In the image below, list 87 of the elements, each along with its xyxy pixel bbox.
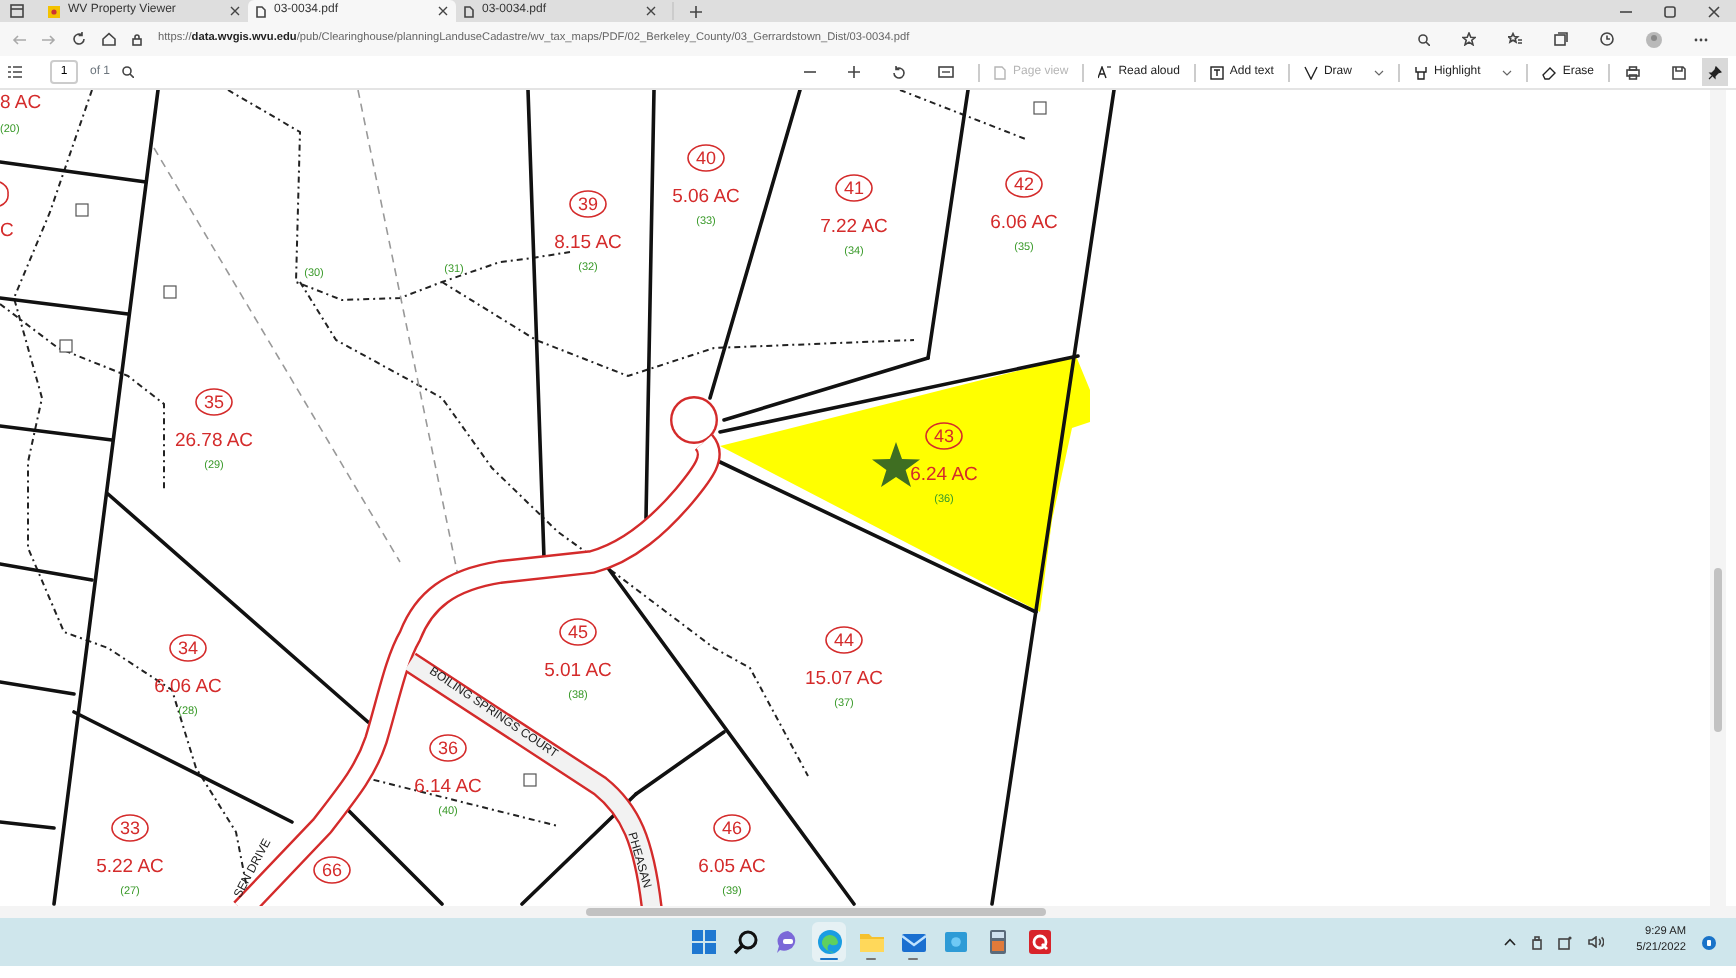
close-icon[interactable] <box>438 6 448 16</box>
grid-marker-icon <box>163 285 177 299</box>
profile-avatar-icon[interactable] <box>1646 31 1662 47</box>
document-q-icon <box>1025 928 1053 956</box>
speaker-icon[interactable] <box>1588 936 1605 948</box>
parcel-number: 46 <box>713 814 751 842</box>
grid-marker-icon <box>1033 101 1047 115</box>
parcel-number: 36 <box>429 734 467 762</box>
parcel-number: 43 <box>925 422 963 450</box>
highlighter-icon <box>1413 65 1428 79</box>
parcel-number: 35 <box>195 388 233 416</box>
chat-bubble-icon <box>773 928 801 956</box>
trail-line <box>899 90 1029 141</box>
favorite-star-icon[interactable] <box>1462 32 1476 46</box>
lock-icon <box>132 33 142 45</box>
grid-marker-icon <box>75 203 89 217</box>
screen-icon[interactable] <box>1558 935 1573 949</box>
caret-icon <box>1373 69 1384 75</box>
save-icon[interactable] <box>1672 65 1686 79</box>
parcel-acreage: C <box>0 220 14 242</box>
parcel-acreage: 8 AC <box>0 92 42 114</box>
shopping-bag-icon <box>941 928 969 956</box>
parcel-number: 40 <box>687 144 725 172</box>
read-aloud-icon <box>1098 65 1113 79</box>
parcel-number: 44 <box>825 626 863 654</box>
caret-icon <box>1502 69 1513 75</box>
parcel-number: 41 <box>835 174 873 202</box>
zoom-icon[interactable] <box>1418 33 1430 45</box>
zoom-out-icon[interactable] <box>803 66 816 78</box>
parcel-acreage: 6.06 AC <box>154 676 222 698</box>
print-icon[interactable] <box>1626 65 1640 79</box>
parcel-number: 33 <box>111 814 149 842</box>
envelope-icon <box>899 928 927 956</box>
map-pin-icon <box>48 5 60 17</box>
grid-marker-icon <box>523 773 537 787</box>
pin-button[interactable] <box>1702 58 1728 86</box>
parcel-number-partial <box>0 181 9 207</box>
page-view-icon <box>993 65 1008 79</box>
parcel-number: 42 <box>1005 170 1043 198</box>
zoom-in-icon[interactable] <box>847 66 860 78</box>
eraser-icon <box>1542 65 1557 79</box>
collections-icon[interactable] <box>1554 32 1568 46</box>
parcel-acreage: 8.15 AC <box>554 232 622 254</box>
parcel-acreage: 5.06 AC <box>672 186 740 208</box>
close-icon[interactable] <box>646 6 656 16</box>
text-box-icon <box>1209 65 1224 79</box>
parcel-acreage: 5.22 AC <box>96 856 164 878</box>
refresh-icon[interactable] <box>72 32 86 46</box>
fit-page-icon[interactable] <box>937 66 954 78</box>
restore-icon[interactable] <box>1664 5 1676 17</box>
close-icon[interactable] <box>1708 5 1720 17</box>
parcel-acreage: 5.01 AC <box>544 660 612 682</box>
search-icon <box>731 928 759 956</box>
parcel-acreage: 7.22 AC <box>820 216 888 238</box>
parcel-number: 45 <box>559 618 597 646</box>
parcel-number: 34 <box>169 634 207 662</box>
tab-actions-icon[interactable] <box>10 4 24 18</box>
contents-icon[interactable] <box>8 66 22 78</box>
minimize-icon[interactable] <box>1620 5 1632 17</box>
parcel-acreage: 6.06 AC <box>990 212 1058 234</box>
parcel-acreage: 26.78 AC <box>174 430 254 452</box>
pin-icon <box>1708 65 1722 79</box>
parcel-acreage: 6.24 AC <box>910 464 978 486</box>
notification-icon[interactable] <box>1702 935 1716 949</box>
usb-drive-icon[interactable] <box>1532 935 1543 949</box>
parcel-acreage: 6.05 AC <box>698 856 766 878</box>
browser-swirl-icon <box>815 928 843 956</box>
parcel-acreage: 15.07 AC <box>804 668 884 690</box>
horizontal-scrollbar[interactable] <box>0 906 1736 918</box>
search-icon[interactable] <box>122 66 135 78</box>
close-icon[interactable] <box>230 6 240 16</box>
parcel-number: 66 <box>313 856 351 884</box>
windows-logo-icon <box>689 928 717 956</box>
grid-marker-icon <box>59 339 73 353</box>
home-icon[interactable] <box>102 32 116 46</box>
vertical-scrollbar[interactable] <box>1710 90 1726 906</box>
document-icon <box>464 5 474 17</box>
chevron-up-icon[interactable] <box>1504 938 1517 946</box>
new-tab-icon[interactable] <box>690 5 702 17</box>
favorites-icon[interactable] <box>1508 32 1522 46</box>
history-icon[interactable] <box>1600 32 1614 46</box>
parcel-number: 39 <box>569 190 607 218</box>
parcel-acreage: 6.14 AC <box>414 776 482 798</box>
rotate-icon[interactable] <box>891 65 906 79</box>
document-icon <box>256 5 266 17</box>
pen-icon <box>1303 65 1318 79</box>
folder-icon <box>857 928 885 956</box>
